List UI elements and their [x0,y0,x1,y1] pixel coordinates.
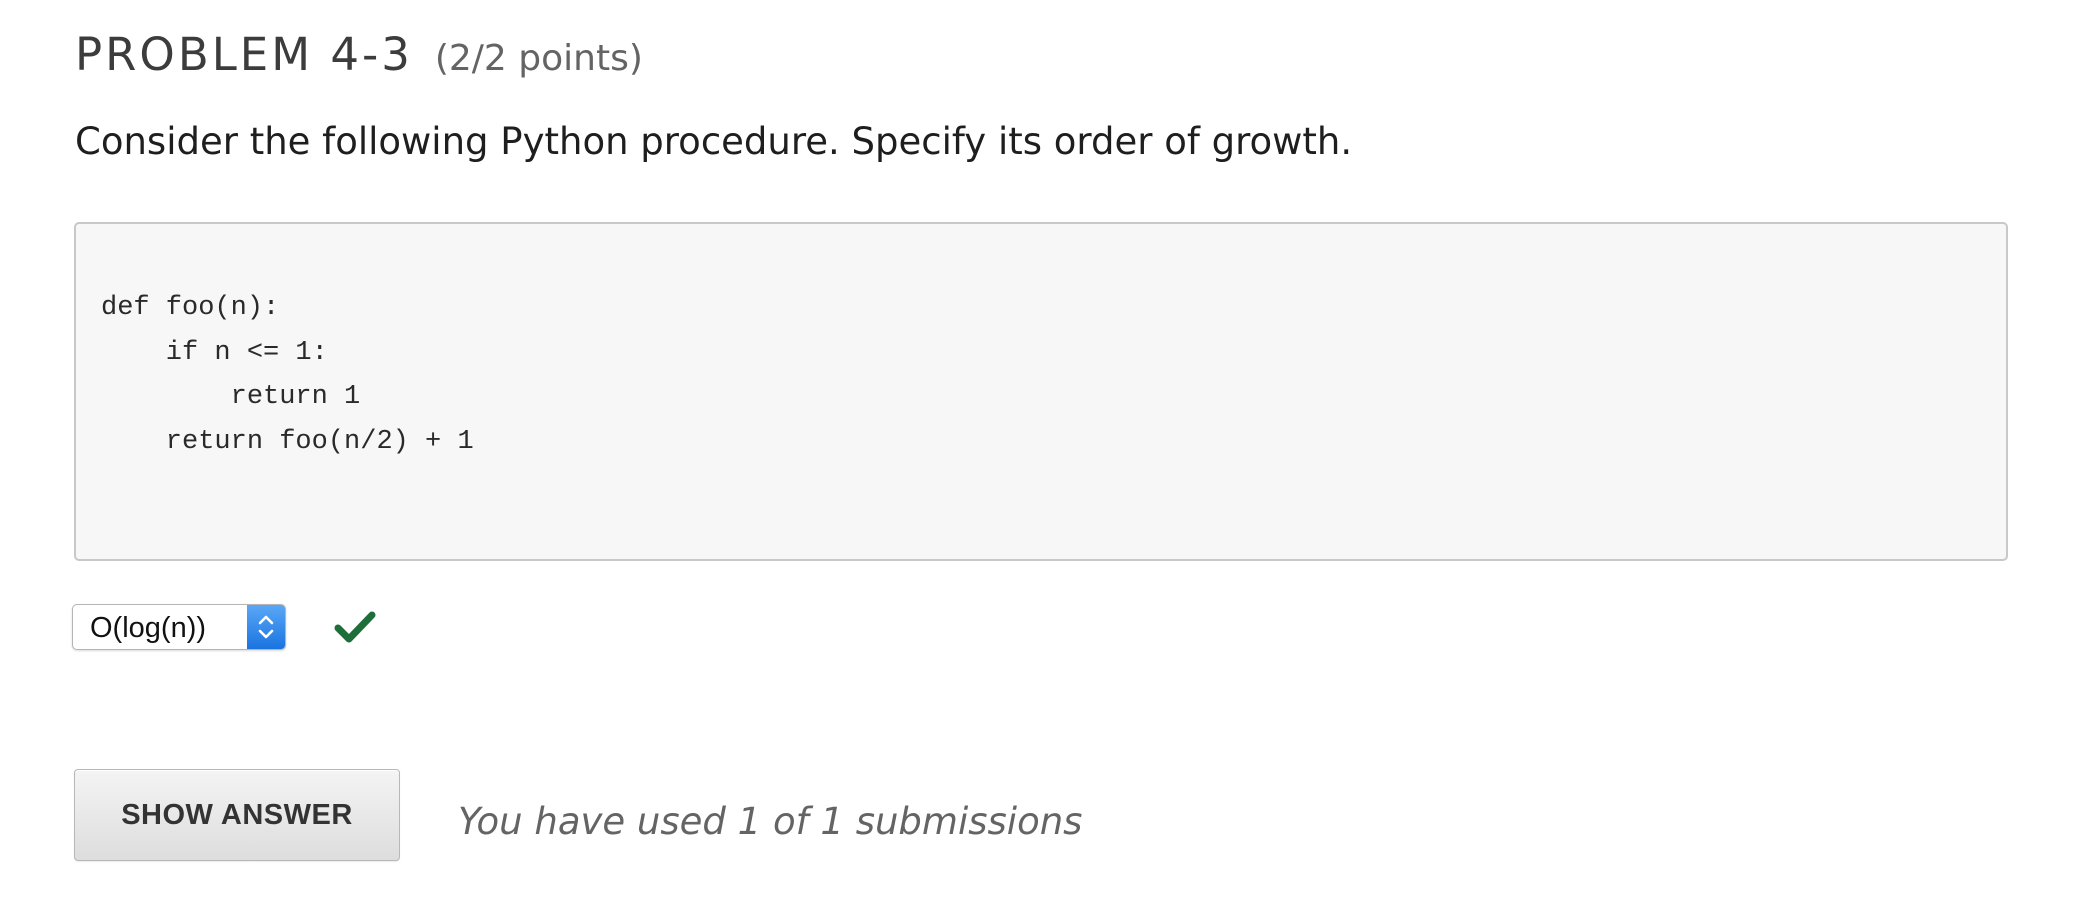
code-line: def foo(n): [101,293,280,323]
problem-prompt: Consider the following Python procedure.… [75,120,1353,163]
code-block: def foo(n): if n <= 1: return 1 return f… [74,222,2008,561]
submit-row: SHOW ANSWER You have used 1 of 1 submiss… [74,769,1082,861]
up-down-chevron-icon[interactable] [247,605,285,649]
problem-title: PROBLEM 4-3 [75,28,413,81]
code-line: return foo(n/2) + 1 [101,426,474,457]
submission-count: You have used 1 of 1 submissions [458,799,1083,843]
code-lines: def foo(n): if n <= 1: return 1 return f… [101,286,474,464]
code-line: return 1 [101,382,361,412]
problem-points: (2/2 points) [434,38,643,79]
answer-row: O(log(n)) [72,603,376,651]
problem-header: PROBLEM 4-3 (2/2 points) [75,28,643,81]
show-answer-button[interactable]: SHOW ANSWER [74,769,400,861]
answer-select[interactable]: O(log(n)) [72,604,286,650]
code-line: if n <= 1: [101,337,328,368]
answer-select-value: O(log(n)) [90,612,207,644]
checkmark-icon [334,611,376,643]
